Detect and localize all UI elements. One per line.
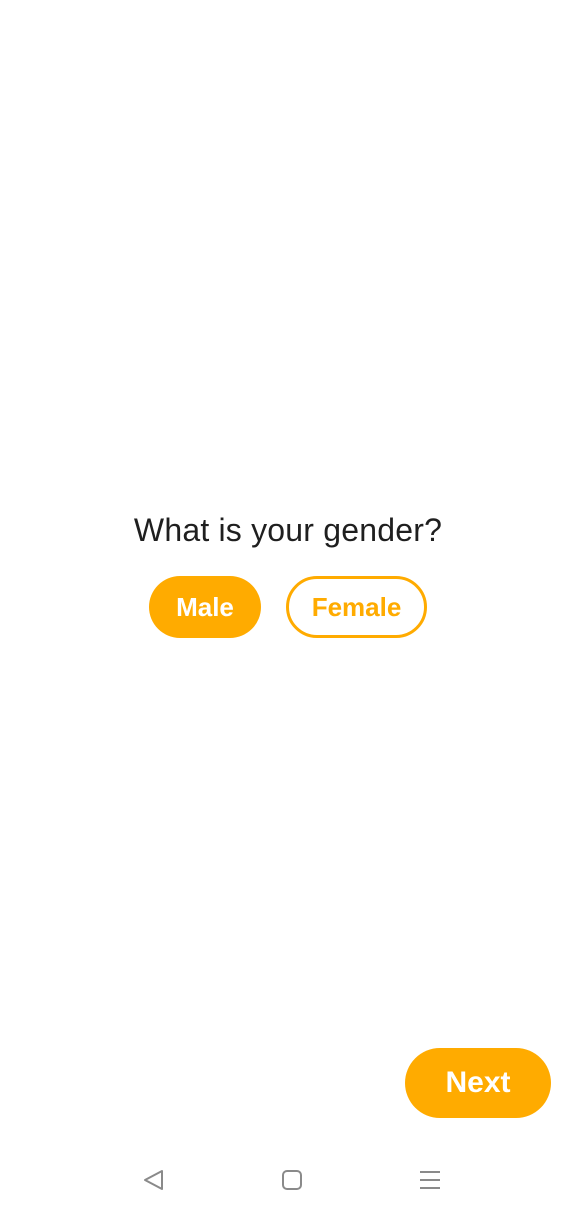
next-button[interactable]: Next (405, 1048, 551, 1118)
option-male-button[interactable]: Male (149, 576, 261, 638)
system-navigation-bar (0, 1150, 576, 1216)
home-icon[interactable] (278, 1166, 306, 1194)
gender-question: What is your gender? (133, 512, 443, 548)
back-icon[interactable] (140, 1166, 168, 1194)
recents-icon[interactable] (416, 1166, 444, 1194)
option-female-button[interactable]: Female (286, 576, 427, 638)
